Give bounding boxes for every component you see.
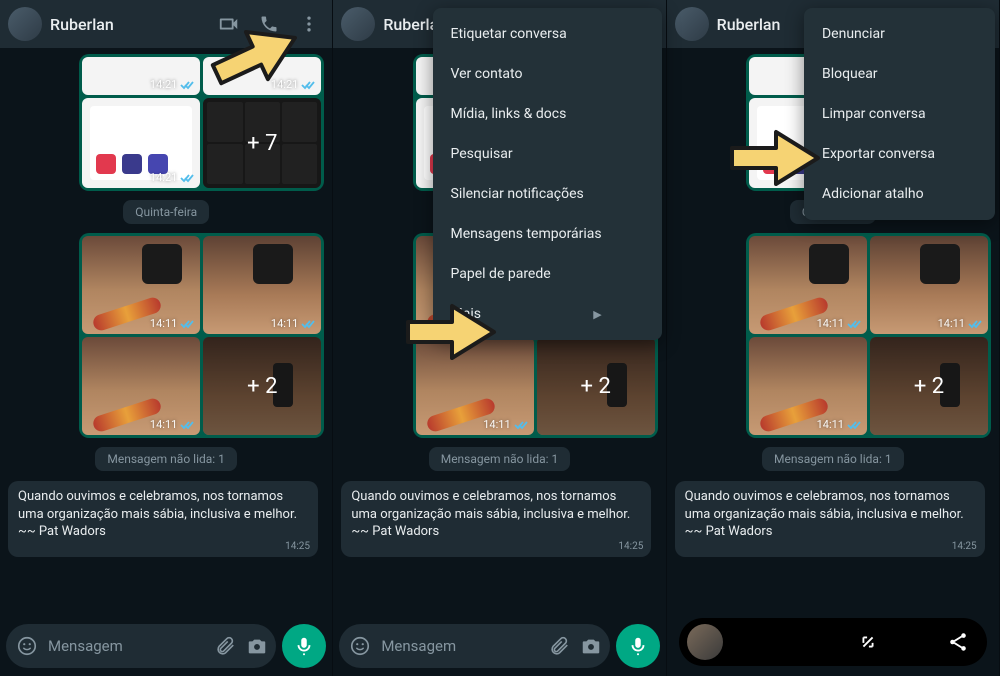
- chevron-right-icon: ▶: [593, 308, 601, 321]
- menu-item-bloquear[interactable]: Bloquear: [804, 54, 995, 94]
- media-time: 14:11: [817, 317, 844, 330]
- menu-item-temporarias[interactable]: Mensagens temporárias: [433, 214, 662, 254]
- media-overflow-count: + 2: [870, 337, 988, 435]
- message-text: Quando ouvimos e celebramos, nos tornamo…: [685, 489, 964, 522]
- avatar[interactable]: [8, 7, 42, 41]
- attach-icon[interactable]: [214, 635, 236, 657]
- camera-icon[interactable]: [580, 635, 602, 657]
- message-author: ~~ Pat Wadors: [351, 524, 439, 539]
- media-time: 14:21: [271, 78, 298, 91]
- media-time: 14:11: [271, 317, 298, 330]
- share-icon[interactable]: [947, 631, 969, 653]
- incoming-message[interactable]: Quando ouvimos e celebramos, nos tornamo…: [675, 481, 985, 557]
- camera-icon[interactable]: [246, 635, 268, 657]
- media-time: 14:11: [150, 418, 177, 431]
- menu-item-exportar[interactable]: Exportar conversa: [804, 134, 995, 174]
- media-overflow-count: + 7: [203, 98, 321, 188]
- more-options-icon[interactable]: [298, 13, 320, 35]
- attach-icon[interactable]: [548, 635, 570, 657]
- contact-name[interactable]: Ruberlan: [50, 15, 210, 34]
- options-menu: Etiquetar conversa Ver contato Mídia, li…: [433, 8, 662, 340]
- unread-chip: Mensagem não lida: 1: [762, 447, 904, 471]
- message-author: ~~ Pat Wadors: [18, 524, 106, 539]
- menu-item-label: Mais: [451, 306, 481, 322]
- message-text: Quando ouvimos e celebramos, nos tornamo…: [351, 489, 630, 522]
- incoming-message[interactable]: Quando ouvimos e celebramos, nos tornamo…: [8, 481, 318, 557]
- share-bar: [679, 618, 987, 666]
- chat-header: Ruberlan: [0, 0, 332, 48]
- input-bar: Mensagem: [333, 618, 665, 676]
- input-bar: Mensagem: [0, 618, 332, 676]
- media-time: 14:21: [150, 78, 177, 91]
- menu-item-ver-contato[interactable]: Ver contato: [433, 54, 662, 94]
- mic-button[interactable]: [282, 624, 326, 668]
- media-time: 14:21: [150, 171, 177, 184]
- unread-chip: Mensagem não lida: 1: [95, 447, 237, 471]
- avatar[interactable]: [341, 7, 375, 41]
- emoji-icon[interactable]: [349, 635, 371, 657]
- menu-item-silenciar[interactable]: Silenciar notificações: [433, 174, 662, 214]
- media-message-grid[interactable]: 14:11 14:11 14:11 + 2: [79, 233, 324, 438]
- input-placeholder: Mensagem: [381, 637, 537, 655]
- nearby-share-icon[interactable]: [857, 631, 879, 653]
- share-contact-avatar[interactable]: [687, 624, 723, 660]
- media-time: 14:11: [938, 317, 965, 330]
- media-message-grid[interactable]: 14:11 14:11 14:11 + 2: [746, 233, 991, 438]
- menu-item-pesquisar[interactable]: Pesquisar: [433, 134, 662, 174]
- media-time: 14:11: [483, 418, 510, 431]
- options-submenu: Denunciar Bloquear Limpar conversa Expor…: [804, 8, 995, 220]
- menu-item-atalho[interactable]: Adicionar atalho: [804, 174, 995, 214]
- menu-item-papel-parede[interactable]: Papel de parede: [433, 254, 662, 294]
- mic-button[interactable]: [616, 624, 660, 668]
- media-overflow-count: + 2: [537, 337, 655, 435]
- message-input[interactable]: Mensagem: [339, 624, 609, 668]
- message-text: Quando ouvimos e celebramos, nos tornamo…: [18, 489, 297, 522]
- message-author: ~~ Pat Wadors: [685, 524, 773, 539]
- voice-call-icon[interactable]: [258, 13, 280, 35]
- menu-item-midia[interactable]: Mídia, links & docs: [433, 94, 662, 134]
- media-time: 14:11: [150, 317, 177, 330]
- message-time: 14:25: [618, 540, 643, 554]
- media-overflow-count: + 2: [203, 337, 321, 435]
- avatar[interactable]: [675, 7, 709, 41]
- menu-item-limpar[interactable]: Limpar conversa: [804, 94, 995, 134]
- incoming-message[interactable]: Quando ouvimos e celebramos, nos tornamo…: [341, 481, 651, 557]
- message-input[interactable]: Mensagem: [6, 624, 276, 668]
- message-time: 14:25: [285, 540, 310, 554]
- video-call-icon[interactable]: [218, 13, 240, 35]
- media-message-top[interactable]: 14:21 14:21 14:21 + 7: [79, 54, 324, 191]
- input-placeholder: Mensagem: [48, 637, 204, 655]
- menu-item-denunciar[interactable]: Denunciar: [804, 14, 995, 54]
- menu-item-mais[interactable]: Mais ▶: [433, 294, 662, 334]
- media-time: 14:11: [817, 418, 844, 431]
- date-chip: Quinta-feira: [123, 200, 209, 224]
- emoji-icon[interactable]: [16, 635, 38, 657]
- menu-item-etiquetar[interactable]: Etiquetar conversa: [433, 14, 662, 54]
- unread-chip: Mensagem não lida: 1: [429, 447, 571, 471]
- message-time: 14:25: [952, 540, 977, 554]
